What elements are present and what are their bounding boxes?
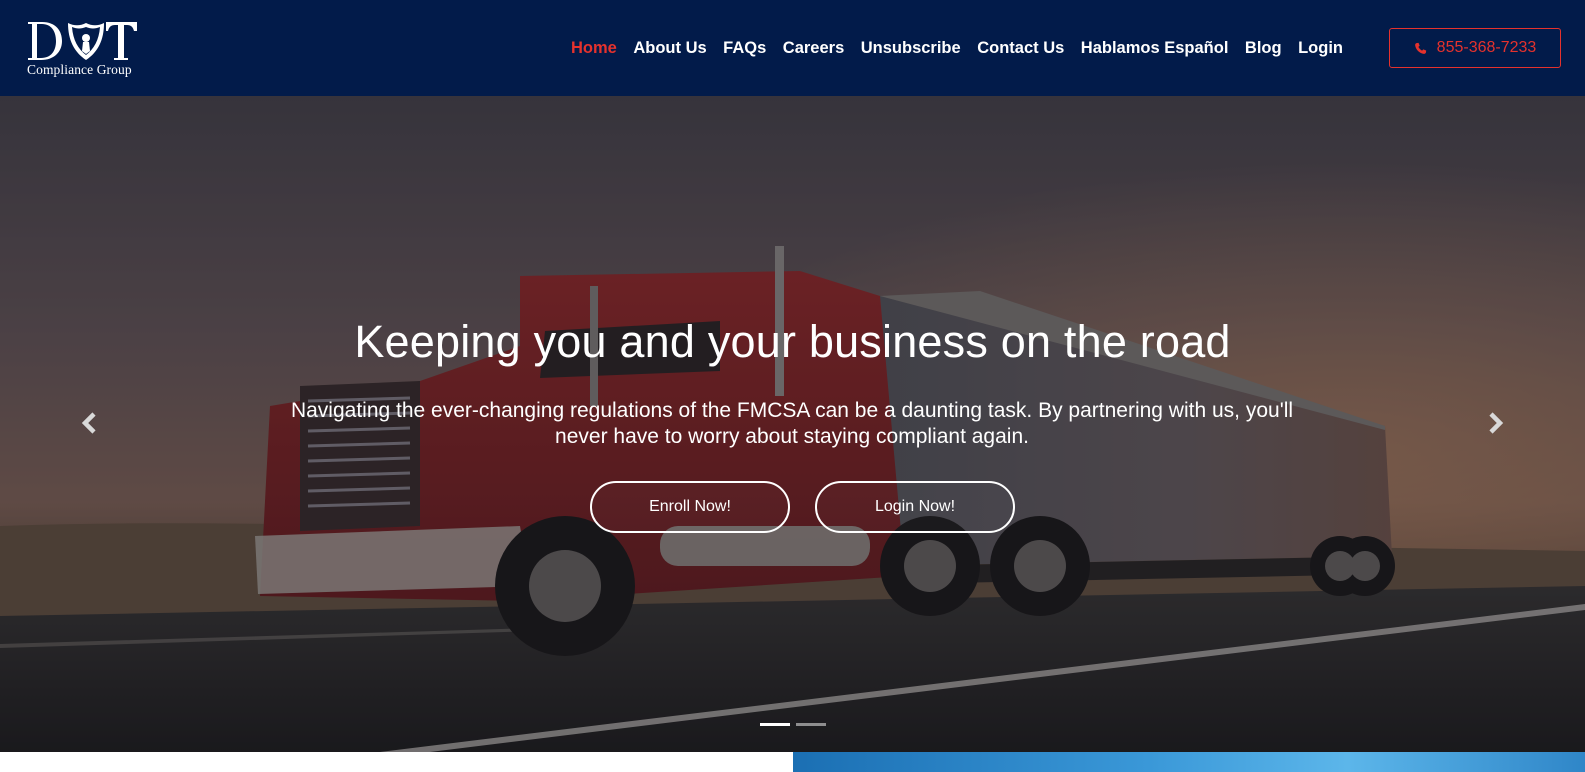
phone-number: 855-368-7233 xyxy=(1436,39,1537,56)
carousel-indicator-2[interactable] xyxy=(796,723,826,726)
nav-login[interactable]: Login xyxy=(1298,39,1343,58)
chevron-right-icon xyxy=(1489,412,1504,434)
next-section-right-image xyxy=(793,752,1585,772)
nav-unsubscribe[interactable]: Unsubscribe xyxy=(861,39,961,58)
carousel-indicator-1[interactable] xyxy=(760,723,790,726)
dot-compliance-group-logo[interactable]: Compliance Group xyxy=(26,18,138,80)
carousel-next-button[interactable] xyxy=(1480,408,1510,438)
phone-call-button[interactable]: 855-368-7233 xyxy=(1389,28,1561,68)
nav-home[interactable]: Home xyxy=(571,39,617,58)
carousel-indicators xyxy=(760,723,832,726)
nav-faqs[interactable]: FAQs xyxy=(723,39,766,58)
nav-blog[interactable]: Blog xyxy=(1245,39,1282,58)
nav-about-us[interactable]: About Us xyxy=(633,39,706,58)
nav-careers[interactable]: Careers xyxy=(783,39,844,58)
hero-title: Keeping you and your business on the roa… xyxy=(354,316,1231,367)
hero-description: Navigating the ever-changing regulations… xyxy=(290,399,1294,448)
carousel-prev-button[interactable] xyxy=(75,408,105,438)
hero-carousel: Keeping you and your business on the roa… xyxy=(0,96,1585,752)
next-section-left xyxy=(0,752,793,772)
main-nav: Home About Us FAQs Careers Unsubscribe C… xyxy=(571,37,1343,59)
site-header: Compliance Group Home About Us FAQs Care… xyxy=(0,0,1585,96)
logo-mark xyxy=(28,22,137,60)
phone-icon xyxy=(1414,42,1426,54)
enroll-now-button[interactable]: Enroll Now! xyxy=(590,481,790,533)
login-now-button[interactable]: Login Now! xyxy=(815,481,1015,533)
nav-contact-us[interactable]: Contact Us xyxy=(977,39,1064,58)
nav-hablamos-espanol[interactable]: Hablamos Español xyxy=(1081,39,1229,58)
logo-subtitle: Compliance Group xyxy=(27,62,132,77)
chevron-left-icon xyxy=(81,412,96,434)
